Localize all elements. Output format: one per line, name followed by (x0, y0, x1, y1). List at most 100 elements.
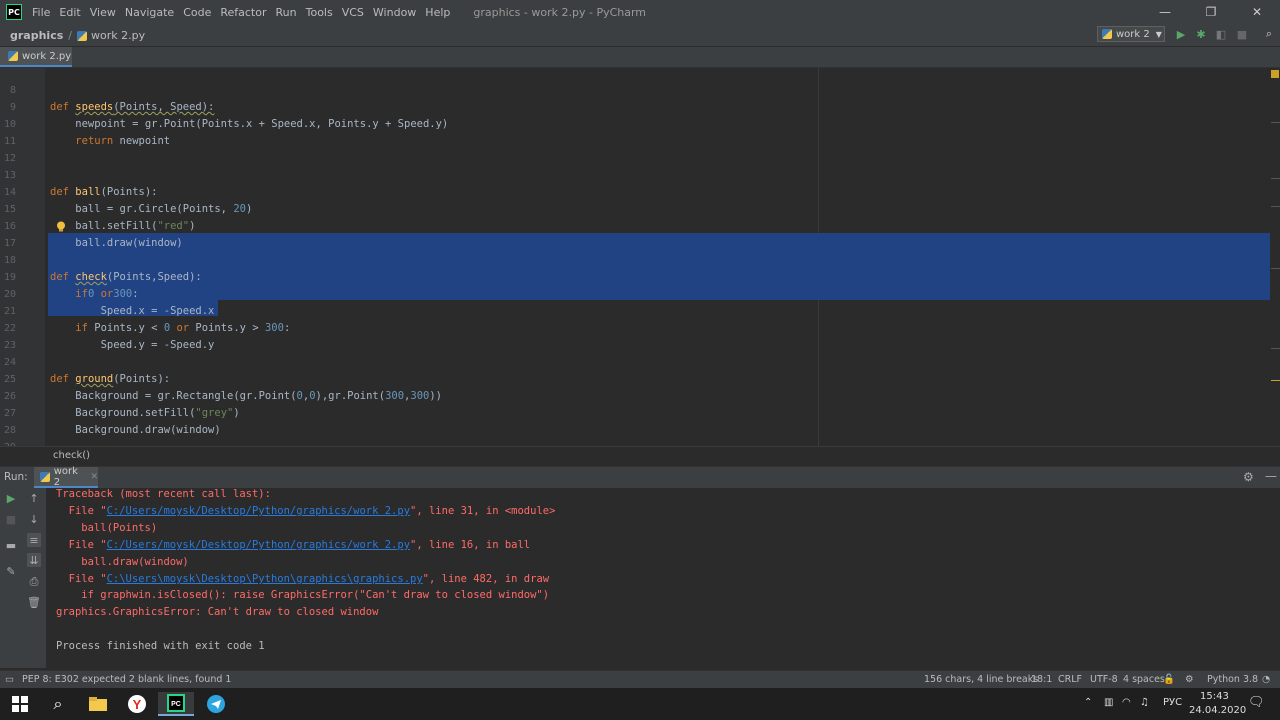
editor-breadcrumb[interactable]: check() (0, 446, 1280, 465)
gear-icon[interactable]: ⚙ (1243, 470, 1254, 484)
code-line[interactable]: 11 (0, 116, 1270, 147)
close-window-button[interactable]: ✕ (1234, 0, 1280, 24)
lock-icon[interactable]: 🔓 (1163, 674, 1175, 685)
pin-icon[interactable]: ✎ (4, 564, 18, 578)
minimize-button[interactable]: — (1142, 0, 1188, 24)
chevron-up-icon[interactable]: ⌃ (1084, 697, 1092, 708)
menu-vcs[interactable]: VCS (342, 6, 364, 19)
menu-refactor[interactable]: Refactor (220, 6, 266, 19)
code-line[interactable]: 20 Speed.x = -Speed.x (0, 269, 1270, 317)
code-line[interactable]: 15 ball.setFill("red") (0, 184, 1270, 232)
arrow-up-icon[interactable]: ↑ (27, 491, 41, 505)
tool-windows-icon[interactable]: ▭ (5, 674, 14, 685)
line-separator[interactable]: CRLF (1058, 674, 1082, 685)
run-console[interactable]: Traceback (most recent call last): File … (46, 488, 1280, 668)
code-line[interactable]: 10 return newpoint (0, 99, 1270, 147)
code-line[interactable]: 25 Background = gr.Rectangle(gr.Point(0,… (0, 354, 1270, 402)
code-line[interactable]: 16 ball.draw(window) (0, 201, 1270, 249)
menu-run[interactable]: Run (276, 6, 297, 19)
file-encoding[interactable]: UTF-8 (1090, 674, 1118, 685)
stop-icon[interactable]: ■ (1235, 27, 1249, 41)
volume-icon[interactable]: ♫ (1140, 697, 1149, 708)
code-line[interactable]: 14 ball = gr.Circle(Points, 20) (0, 167, 1270, 215)
telegram-icon[interactable] (198, 692, 234, 716)
lightbulb-icon[interactable] (56, 221, 66, 232)
scroll-to-end-icon[interactable]: ⇊ (27, 553, 41, 567)
code-line[interactable]: 17 (0, 218, 1270, 249)
windows-start-icon[interactable] (2, 692, 38, 716)
print-icon[interactable]: ⎙ (27, 575, 41, 589)
search-icon[interactable]: ⌕ (1262, 27, 1276, 41)
file-explorer-icon[interactable] (80, 692, 116, 716)
rerun-icon[interactable]: ▶ (4, 491, 18, 505)
file-link[interactable]: C:/Users/moysk/Desktop/Python/graphics/w… (107, 505, 410, 517)
layout-icon[interactable]: ▬ (4, 538, 18, 552)
breadcrumb-function[interactable]: check() (53, 450, 90, 461)
code-line[interactable]: 8 def speeds(Points, Speed): (0, 68, 1270, 113)
code-line[interactable]: 21 if Points.y < 0 or Points.y > 300: (0, 286, 1270, 334)
trash-icon[interactable]: 🗑 (27, 595, 41, 609)
menu-code[interactable]: Code (183, 6, 211, 19)
menu-tools[interactable]: Tools (306, 6, 333, 19)
menu-window[interactable]: Window (373, 6, 416, 19)
code-line[interactable]: 28 (0, 405, 1270, 436)
indent-setting[interactable]: 4 spaces (1123, 674, 1165, 685)
yandex-browser-icon[interactable]: Y (119, 692, 155, 716)
notifications-icon[interactable]: ◔ (1262, 674, 1270, 685)
menu-help[interactable]: Help (425, 6, 450, 19)
notification-center-icon[interactable]: 🗨 (1248, 695, 1265, 710)
arrow-down-icon[interactable]: ↓ (27, 512, 41, 526)
caret-position[interactable]: 18:1 (1031, 674, 1052, 685)
code-line[interactable]: 29 (0, 422, 1270, 446)
code-line[interactable]: 30 while True: (0, 439, 1270, 446)
menu-file[interactable]: File (32, 6, 50, 19)
code-line[interactable]: 27 Background.draw(window) (0, 388, 1270, 436)
tab-work-2-py[interactable]: work 2.py (0, 47, 72, 67)
code-line[interactable]: 23 (0, 320, 1270, 351)
code-line[interactable]: 12 (0, 133, 1270, 164)
run-config-select[interactable]: work 2 ▼ (1097, 26, 1165, 42)
menu-view[interactable]: View (90, 6, 116, 19)
interpreter[interactable]: Python 3.8 (1207, 674, 1258, 685)
maximize-button[interactable]: ❐ (1188, 0, 1234, 24)
language-indicator[interactable]: РУС (1163, 697, 1182, 708)
editor-tab-bar: work 2.py (0, 47, 1280, 68)
run-icon[interactable]: ▶ (1174, 27, 1188, 41)
minimize-panel-icon[interactable]: — (1265, 469, 1277, 483)
wifi-icon[interactable]: ◠ (1122, 697, 1131, 708)
run-tab-work-2[interactable]: work 2 ✕ (34, 465, 98, 488)
close-icon[interactable]: ✕ (90, 472, 98, 482)
warning-indicator-icon[interactable] (1271, 70, 1279, 78)
window-title: graphics - work 2.py - PyCharm (473, 5, 647, 19)
code-line[interactable]: 26 Background.setFill("grey") (0, 371, 1270, 419)
code-editor[interactable]: 8 def speeds(Points, Speed): 9 newpoint … (0, 68, 1280, 446)
breadcrumb-project[interactable]: graphics (10, 29, 63, 42)
search-icon[interactable]: ⌕ (40, 692, 76, 716)
editor-scrollbar[interactable] (1270, 68, 1280, 446)
code-line[interactable]: 18 def check(Points,Speed): (0, 235, 1270, 283)
network-icon[interactable]: ▥ (1104, 697, 1113, 708)
code-line[interactable]: 22 Speed.y = -Speed.y (0, 303, 1270, 351)
title-bar: PC File Edit View Navigate Code Refactor… (0, 0, 1280, 24)
code-line[interactable]: 9 newpoint = gr.Point(Points.x + Speed.x… (0, 82, 1270, 130)
stop-icon[interactable]: ■ (4, 512, 18, 526)
coverage-icon[interactable]: ◧ (1214, 27, 1228, 41)
breadcrumb-file[interactable]: work 2.py (76, 29, 145, 42)
pycharm-taskbar-icon[interactable]: PC (158, 692, 194, 716)
debug-icon[interactable]: ✱ (1194, 27, 1208, 41)
clock-time[interactable]: 15:43 (1200, 691, 1229, 702)
clock-date[interactable]: 24.04.2020 (1189, 705, 1246, 716)
svg-text:Y: Y (133, 697, 142, 712)
soft-wrap-icon[interactable]: ≡ (27, 533, 41, 547)
run-tab-label: work 2 (53, 465, 78, 488)
file-link[interactable]: C:/Users/moysk/Desktop/Python/graphics/w… (107, 539, 410, 551)
file-link[interactable]: C:\Users\moysk\Desktop\Python\graphics\g… (107, 573, 423, 585)
python-icon (40, 471, 50, 482)
code-line[interactable]: 24 def ground(Points): (0, 337, 1270, 385)
pycharm-logo-icon: PC (6, 4, 22, 20)
menu-navigate[interactable]: Navigate (125, 6, 174, 19)
code-line[interactable]: 19 if0 or300: (0, 252, 1270, 300)
menu-edit[interactable]: Edit (59, 6, 80, 19)
git-icon[interactable]: ⚙ (1185, 674, 1194, 685)
code-line[interactable]: 13 def ball(Points): (0, 150, 1270, 198)
